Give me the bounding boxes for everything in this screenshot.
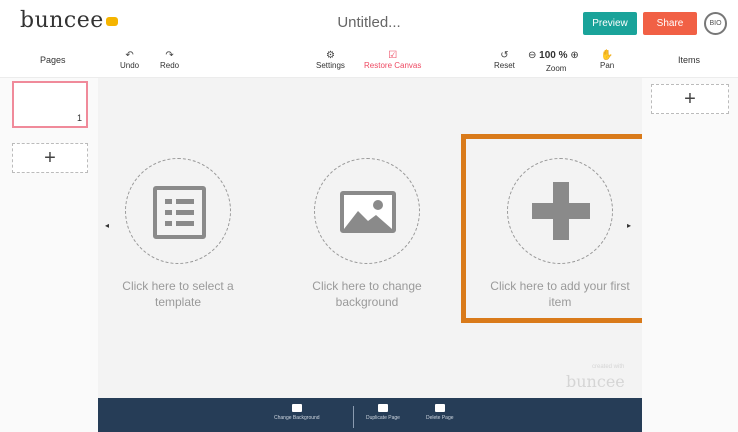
preview-button[interactable]: Preview xyxy=(583,12,637,35)
add-page-button[interactable]: + xyxy=(12,143,88,173)
undo-icon: ↶ xyxy=(125,50,134,61)
restore-canvas-button[interactable]: ☑ Restore Canvas xyxy=(364,50,421,70)
page-thumbnail[interactable]: 1 xyxy=(12,81,88,128)
change-background-label: Click here to change background xyxy=(312,279,422,309)
header: buncee Untitled... Preview Share BIO xyxy=(0,0,738,46)
change-background-action[interactable]: Change Background xyxy=(274,404,320,421)
undo-button[interactable]: ↶ Undo xyxy=(120,50,139,70)
select-template-label: Click here to select a template xyxy=(122,279,234,309)
zoom-in-icon[interactable]: ⊕ xyxy=(570,50,578,61)
background-circle[interactable] xyxy=(314,158,420,264)
add-item-button[interactable]: + xyxy=(651,84,729,114)
plus-icon: + xyxy=(44,147,56,169)
reset-icon: ↺ xyxy=(500,50,509,61)
buncee-watermark: buncee xyxy=(566,372,625,391)
change-background-action-label: Change Background xyxy=(274,415,320,421)
pages-panel-title: Pages xyxy=(40,55,66,65)
page-number: 1 xyxy=(76,113,82,123)
zoom-label: Zoom xyxy=(546,64,567,73)
template-circle[interactable] xyxy=(125,158,231,264)
highlight-frame xyxy=(461,134,650,323)
watermark-caption: created with xyxy=(592,364,625,370)
image-icon xyxy=(340,191,396,233)
items-panel: + xyxy=(642,78,738,432)
gear-icon: ⚙ xyxy=(325,50,335,61)
redo-button[interactable]: ↷ Redo xyxy=(160,50,179,70)
reset-button[interactable]: ↺ Reset xyxy=(494,50,515,70)
avatar[interactable]: BIO xyxy=(704,12,727,35)
share-button[interactable]: Share xyxy=(643,12,697,35)
zoom-value: 100 % xyxy=(539,50,568,61)
duplicate-page-action[interactable]: Duplicate Page xyxy=(366,404,400,421)
duplicate-page-label: Duplicate Page xyxy=(366,415,400,421)
change-background-option[interactable]: Click here to change background xyxy=(292,158,442,310)
zoom-control: ⊖ 100 % ⊕ xyxy=(528,50,579,61)
image-small-icon xyxy=(291,404,302,412)
reset-label: Reset xyxy=(494,61,515,70)
page-actions-bar: Change Background Duplicate Page Delete … xyxy=(98,398,642,432)
redo-icon: ↷ xyxy=(165,50,174,61)
toolbar: Pages ↶ Undo ↷ Redo ⚙ Settings ☑ Restore… xyxy=(0,46,738,78)
pan-label: Pan xyxy=(600,61,615,70)
zoom-out-icon[interactable]: ⊖ xyxy=(528,50,536,61)
settings-button[interactable]: ⚙ Settings xyxy=(316,50,345,70)
restore-canvas-label: Restore Canvas xyxy=(364,61,422,70)
pages-panel: 1 + xyxy=(0,78,98,432)
undo-label: Undo xyxy=(120,61,140,70)
restore-canvas-icon: ☑ xyxy=(388,50,398,61)
delete-page-action[interactable]: Delete Page xyxy=(426,404,454,421)
settings-label: Settings xyxy=(316,61,345,70)
select-template-option[interactable]: Click here to select a template xyxy=(103,158,253,310)
duplicate-icon xyxy=(377,404,388,412)
redo-label: Redo xyxy=(160,61,180,70)
trash-icon xyxy=(434,404,445,412)
delete-page-label: Delete Page xyxy=(426,415,454,421)
plus-icon: + xyxy=(684,88,696,110)
hand-icon: ✋ xyxy=(600,50,614,61)
template-list-icon xyxy=(153,186,206,239)
bar-divider xyxy=(353,406,354,428)
items-panel-title: Items xyxy=(678,55,701,65)
pan-button[interactable]: ✋ Pan xyxy=(600,50,614,70)
